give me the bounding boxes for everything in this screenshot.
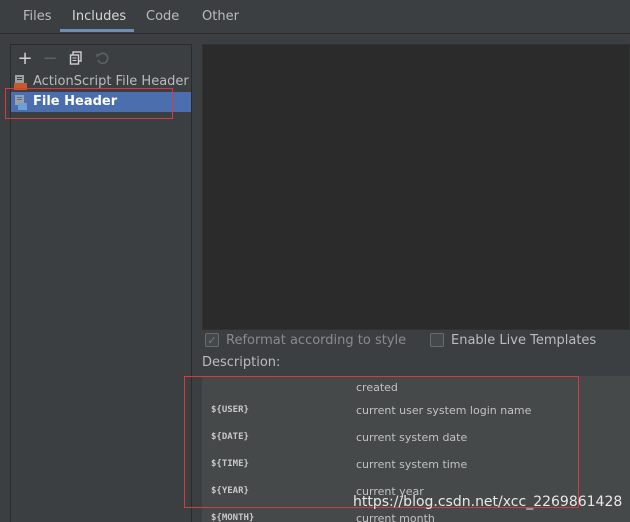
variable-name: ${USER} <box>211 405 249 415</box>
active-tab-indicator <box>60 29 134 32</box>
tab-code[interactable]: Code <box>146 0 179 34</box>
template-item-file-header[interactable]: File Header <box>11 92 191 112</box>
description-label: Description: <box>202 355 281 370</box>
live-templates-option[interactable]: Enable Live Templates <box>430 331 596 349</box>
copy-icon[interactable] <box>66 48 86 68</box>
variable-desc: current system date <box>356 431 468 444</box>
variable-desc: current month <box>356 512 435 522</box>
reset-icon[interactable] <box>92 48 112 68</box>
variable-row: ${MONTH} current month <box>202 512 630 522</box>
add-icon[interactable]: + <box>15 48 35 69</box>
variable-desc: current user system login name <box>356 404 532 417</box>
tab-files[interactable]: Files <box>23 0 52 34</box>
variable-desc: current system time <box>356 458 468 471</box>
variable-name: ${TIME} <box>211 459 249 469</box>
template-list-panel: + − ActionScript File Header File Header <box>10 44 192 522</box>
live-templates-label: Enable Live Templates <box>451 332 597 348</box>
template-item-label: ActionScript File Header <box>33 74 189 89</box>
template-editor[interactable] <box>202 44 630 330</box>
variable-row: ${TIME} current system time <box>202 458 630 485</box>
template-toolbar: + − <box>11 45 191 71</box>
live-templates-checkbox[interactable] <box>430 333 444 347</box>
actionscript-file-icon <box>14 75 27 90</box>
variable-name: ${MONTH} <box>211 513 255 522</box>
watermark-text: https://blog.csdn.net/xcc_2269861428 <box>353 494 623 510</box>
remove-icon[interactable]: − <box>40 48 60 69</box>
template-item-label: File Header <box>33 94 118 109</box>
template-item-actionscript[interactable]: ActionScript File Header <box>11 72 191 92</box>
variable-name: ${YEAR} <box>211 486 249 496</box>
variable-row: ${USER} current user system login name <box>202 404 630 431</box>
tab-other[interactable]: Other <box>202 0 239 34</box>
tab-bar: Files Includes Code Other <box>0 0 630 34</box>
reformat-checkbox[interactable]: ✓ <box>205 333 219 347</box>
file-template-icon <box>15 95 27 110</box>
variable-name: ${DATE} <box>211 432 249 442</box>
variable-row: ${DATE} current system date <box>202 431 630 458</box>
reformat-option[interactable]: ✓ Reformat according to style <box>205 331 406 349</box>
reformat-label: Reformat according to style <box>226 332 407 348</box>
description-partial-text: created <box>356 381 398 394</box>
